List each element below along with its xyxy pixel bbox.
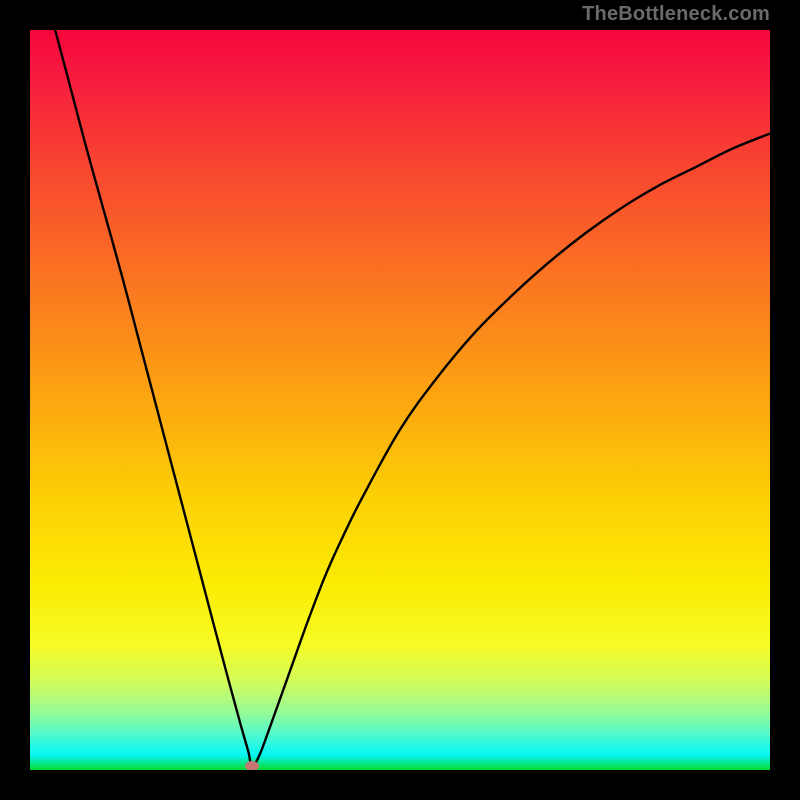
bottleneck-curve <box>55 30 770 766</box>
curve-layer <box>30 30 770 770</box>
watermark-text: TheBottleneck.com <box>582 3 770 26</box>
chart-frame: TheBottleneck.com <box>0 0 800 800</box>
plot-area <box>30 30 770 770</box>
optimal-point-marker <box>245 761 259 770</box>
